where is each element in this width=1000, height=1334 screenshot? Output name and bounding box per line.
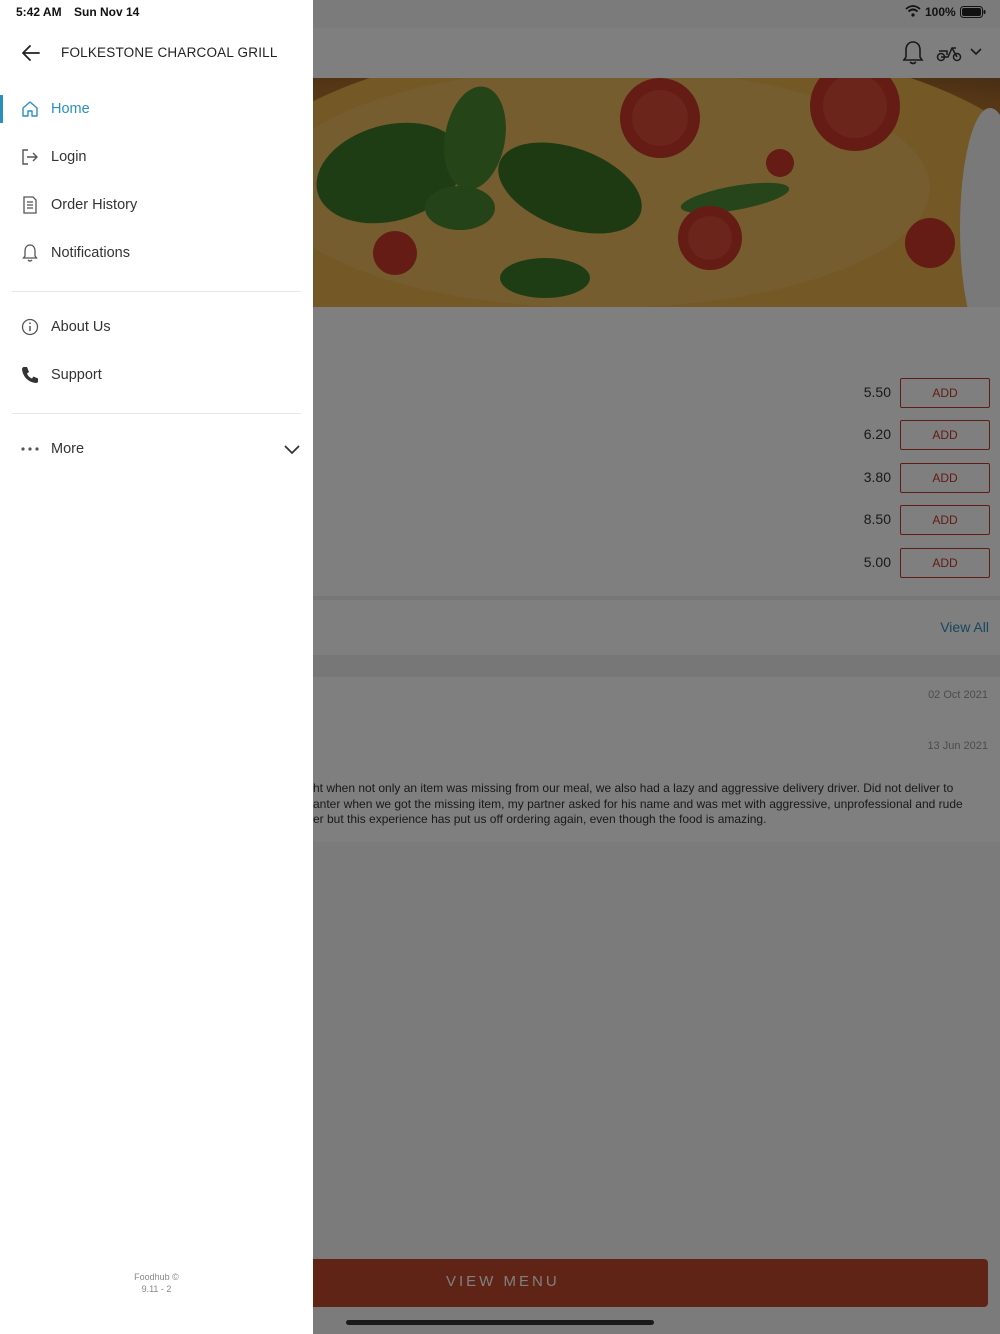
nav-item-support[interactable]: Support <box>0 354 313 398</box>
battery-icon <box>960 6 986 18</box>
drawer-footer: Foodhub © 9.11 - 2 <box>0 1271 313 1295</box>
home-icon <box>22 101 38 117</box>
nav-label: Support <box>51 367 102 383</box>
active-indicator <box>0 95 3 123</box>
wifi-icon <box>905 5 921 17</box>
nav-item-login[interactable]: Login <box>0 136 313 180</box>
nav-item-order-history[interactable]: Order History <box>0 184 313 228</box>
status-bar: 5:42 AM Sun Nov 14 100% <box>0 0 1000 24</box>
nav-label: Notifications <box>51 245 130 261</box>
footer-version: 9.11 - 2 <box>141 1284 172 1294</box>
restaurant-name: FOLKESTONE CHARCOAL GRILL <box>61 45 278 60</box>
nav-label: More <box>51 441 85 457</box>
nav-label: About Us <box>51 319 111 335</box>
nav-item-notifications[interactable]: Notifications <box>0 232 313 276</box>
status-date: Sun Nov 14 <box>74 5 140 19</box>
battery-percent: 100% <box>925 5 956 19</box>
nav-label: Home <box>51 101 90 117</box>
nav-label: Login <box>51 149 87 165</box>
phone-icon <box>22 367 38 383</box>
chevron-down-icon[interactable] <box>283 442 301 456</box>
nav-item-about-us[interactable]: About Us <box>0 306 313 350</box>
nav-label: Order History <box>51 197 138 213</box>
home-indicator <box>346 1320 654 1325</box>
drawer-header: FOLKESTONE CHARCOAL GRILL <box>0 28 313 80</box>
navigation-drawer: FOLKESTONE CHARCOAL GRILL Home Login Ord… <box>0 0 313 1334</box>
more-dots-icon <box>21 447 39 451</box>
bell-icon <box>22 244 38 262</box>
back-arrow-icon[interactable] <box>20 42 42 64</box>
nav-item-more[interactable]: More <box>0 428 313 472</box>
login-icon <box>22 149 38 165</box>
info-icon <box>21 318 39 336</box>
nav-item-home[interactable]: Home <box>0 88 313 132</box>
status-time: 5:42 AM <box>16 5 62 19</box>
divider <box>12 291 301 292</box>
divider <box>12 413 301 414</box>
footer-brand: Foodhub © <box>134 1272 179 1282</box>
receipt-icon <box>23 196 37 214</box>
